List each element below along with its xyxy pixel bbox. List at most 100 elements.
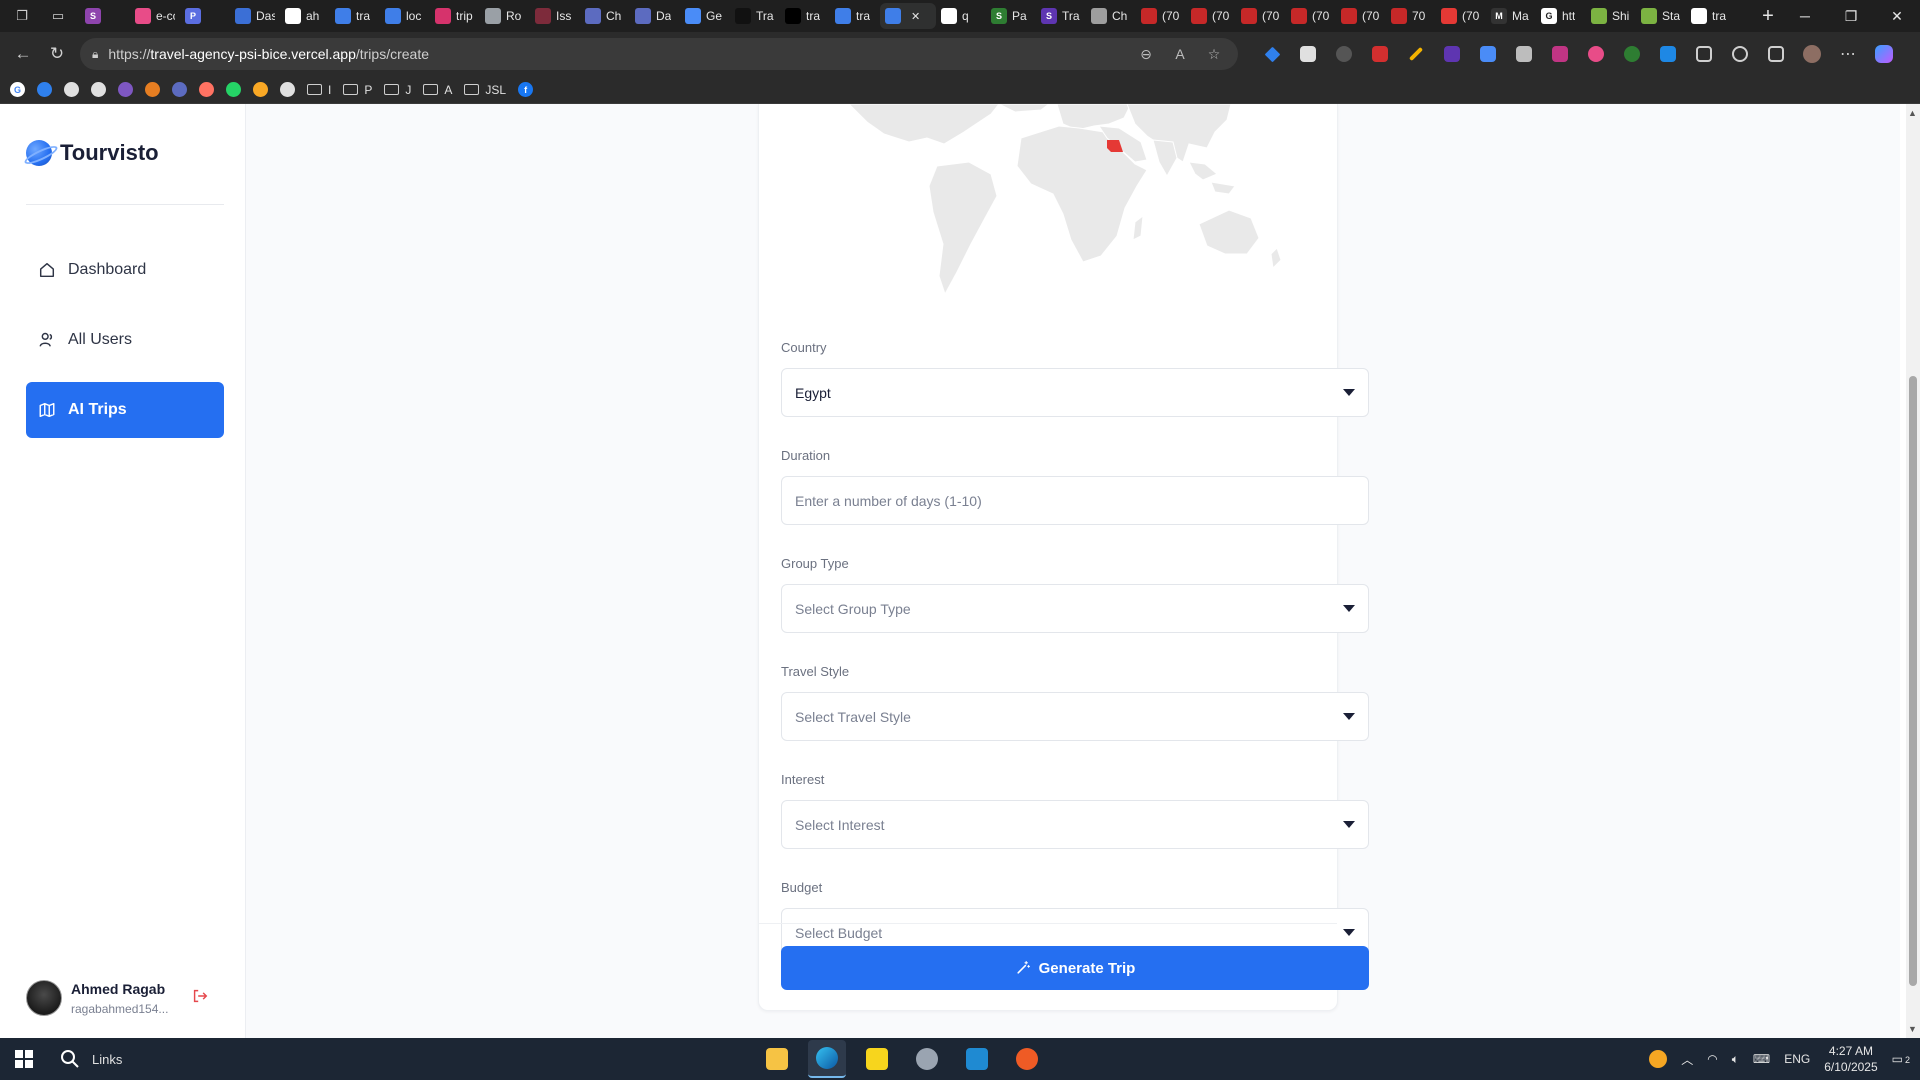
extension-cube-icon[interactable] <box>1434 39 1470 69</box>
sidebar-item-dashboard[interactable]: Dashboard <box>26 242 224 298</box>
sidebar-item-all-users[interactable]: All Users <box>26 312 224 368</box>
bookmark-openai[interactable] <box>64 82 79 97</box>
postman-icon[interactable] <box>1008 1040 1046 1078</box>
bookmark-google[interactable]: G <box>10 82 25 97</box>
tab-actions-icon[interactable]: ▭ <box>44 4 72 28</box>
browser-tab[interactable]: (70 <box>1436 3 1486 29</box>
extensions-puzzle-icon[interactable] <box>1686 39 1722 69</box>
group-type-select[interactable]: Select Group Type <box>781 584 1369 633</box>
favorites-icon[interactable] <box>1758 39 1794 69</box>
new-tab-button[interactable]: + <box>1754 5 1782 28</box>
bookmark-folder-i[interactable]: I <box>307 83 331 97</box>
bookmark-perplexity[interactable] <box>172 82 187 97</box>
url-text[interactable]: https://travel-agency-psi-bice.vercel.ap… <box>108 46 1124 62</box>
bookmark-claude[interactable] <box>145 82 160 97</box>
extension-camera-icon[interactable] <box>1506 39 1542 69</box>
browser-tab[interactable]: Ro <box>480 3 530 29</box>
language-indicator[interactable]: ENG <box>1784 1052 1810 1066</box>
bookmark-star[interactable] <box>118 82 133 97</box>
browser-tab[interactable]: Iss <box>530 3 580 29</box>
browser-tab[interactable]: 70 <box>1386 3 1436 29</box>
page-scrollbar[interactable]: ▲ ▼ <box>1906 104 1920 1038</box>
browser-tab[interactable]: Tra <box>730 3 780 29</box>
browser-tab[interactable]: (70 <box>1286 3 1336 29</box>
sidebar-item-ai-trips[interactable]: AI Trips <box>26 382 224 438</box>
bookmark-circle[interactable] <box>280 82 295 97</box>
show-hidden-icons-icon[interactable]: ︿ <box>1681 1051 1693 1068</box>
weather-icon[interactable] <box>1649 1050 1668 1068</box>
avatar[interactable] <box>26 980 62 1016</box>
travel-style-select[interactable]: Select Travel Style <box>781 692 1369 741</box>
browser-tab[interactable]: S Tra <box>1036 3 1086 29</box>
bookmark-folder-p[interactable]: P <box>343 83 372 97</box>
workspaces-icon[interactable]: ❐ <box>8 4 36 28</box>
extension-compass-icon[interactable] <box>1578 39 1614 69</box>
browser-tab[interactable]: loc <box>380 3 430 29</box>
browser-tab[interactable]: P <box>180 3 230 29</box>
extension-record-icon[interactable] <box>1326 39 1362 69</box>
extension-shield-icon[interactable] <box>1362 39 1398 69</box>
notifications-icon[interactable]: ▭ 2 <box>1892 1052 1910 1066</box>
browser-tab[interactable]: Ge <box>680 3 730 29</box>
logout-icon[interactable] <box>191 987 209 1010</box>
extension-pen-icon[interactable] <box>1398 39 1434 69</box>
extension-translate-icon[interactable] <box>1650 39 1686 69</box>
keyboard-icon[interactable]: ⌨︎ <box>1753 1052 1770 1066</box>
browser-tab[interactable]: M Ma <box>1486 3 1536 29</box>
bookmark-gem[interactable] <box>37 82 52 97</box>
bookmark-folder-a[interactable]: A <box>423 83 452 97</box>
browser-tab[interactable]: S <box>80 3 130 29</box>
extension-screen-icon[interactable] <box>1290 39 1326 69</box>
browser-tab[interactable]: tra <box>330 3 380 29</box>
browser-tab[interactable]: Ch <box>580 3 630 29</box>
close-tab-icon[interactable]: ✕ <box>911 10 920 23</box>
extension-diamond-icon[interactable] <box>1254 39 1290 69</box>
profile-avatar-icon[interactable] <box>1794 39 1830 69</box>
browser-tab[interactable]: tra <box>1686 3 1736 29</box>
extension-chat-icon[interactable] <box>1542 39 1578 69</box>
chevron-down-icon[interactable] <box>1343 605 1355 612</box>
bookmark-whatsapp[interactable] <box>226 82 241 97</box>
duration-input[interactable]: Enter a number of days (1-10) <box>781 476 1369 525</box>
chevron-down-icon[interactable] <box>1343 389 1355 396</box>
sticky-notes-icon[interactable] <box>858 1040 896 1078</box>
scroll-up-icon[interactable]: ▲ <box>1908 108 1917 118</box>
extension-doc-icon[interactable] <box>1470 39 1506 69</box>
back-icon[interactable]: ← <box>6 39 40 69</box>
start-button[interactable] <box>0 1050 48 1068</box>
browser-tab[interactable]: Da <box>630 3 680 29</box>
address-bar[interactable]: 🔒︎ https://travel-agency-psi-bice.vercel… <box>80 38 1238 70</box>
brand[interactable]: Tourvisto <box>26 140 159 166</box>
browser-tab[interactable]: tra <box>830 3 880 29</box>
bookmark-folder-jsl[interactable]: JSL <box>464 83 506 97</box>
favorite-star-icon[interactable]: ☆ <box>1202 46 1226 63</box>
browser-tab[interactable]: ✕ <box>880 3 936 29</box>
browser-tab[interactable]: trip <box>430 3 480 29</box>
browser-tab[interactable]: (70 <box>1336 3 1386 29</box>
extension-download-icon[interactable] <box>1614 39 1650 69</box>
read-aloud-icon[interactable]: A <box>1168 46 1192 62</box>
browser-tab[interactable]: tra <box>780 3 830 29</box>
browser-tab[interactable]: S Pa <box>986 3 1036 29</box>
zoom-icon[interactable]: ⊖ <box>1134 46 1158 63</box>
bookmark-tool[interactable] <box>91 82 106 97</box>
more-menu-icon[interactable]: ⋯ <box>1830 39 1866 69</box>
refresh-icon[interactable]: ↻ <box>40 39 74 69</box>
generate-trip-button[interactable]: Generate Trip <box>781 946 1369 990</box>
close-window-button[interactable]: ✕ <box>1874 8 1920 25</box>
bookmark-facebook[interactable]: f <box>518 82 534 97</box>
browser-tab[interactable]: (70 <box>1186 3 1236 29</box>
file-explorer-icon[interactable] <box>758 1040 796 1078</box>
scroll-down-icon[interactable]: ▼ <box>1908 1024 1917 1034</box>
edge-browser-icon[interactable] <box>808 1040 846 1078</box>
browser-tab[interactable]: e-cc <box>130 3 180 29</box>
browser-tab[interactable]: Sta <box>1636 3 1686 29</box>
interest-select[interactable]: Select Interest <box>781 800 1369 849</box>
country-combobox[interactable]: Egypt <box>781 368 1369 417</box>
taskbar-clock[interactable]: 4:27 AM 6/10/2025 <box>1824 1043 1877 1075</box>
volume-icon[interactable]: 🔈︎ <box>1732 1052 1739 1067</box>
performance-icon[interactable] <box>1722 39 1758 69</box>
bookmark-notes[interactable] <box>253 82 268 97</box>
copilot-icon[interactable] <box>1866 39 1902 69</box>
restore-button[interactable]: ❐ <box>1828 8 1874 25</box>
